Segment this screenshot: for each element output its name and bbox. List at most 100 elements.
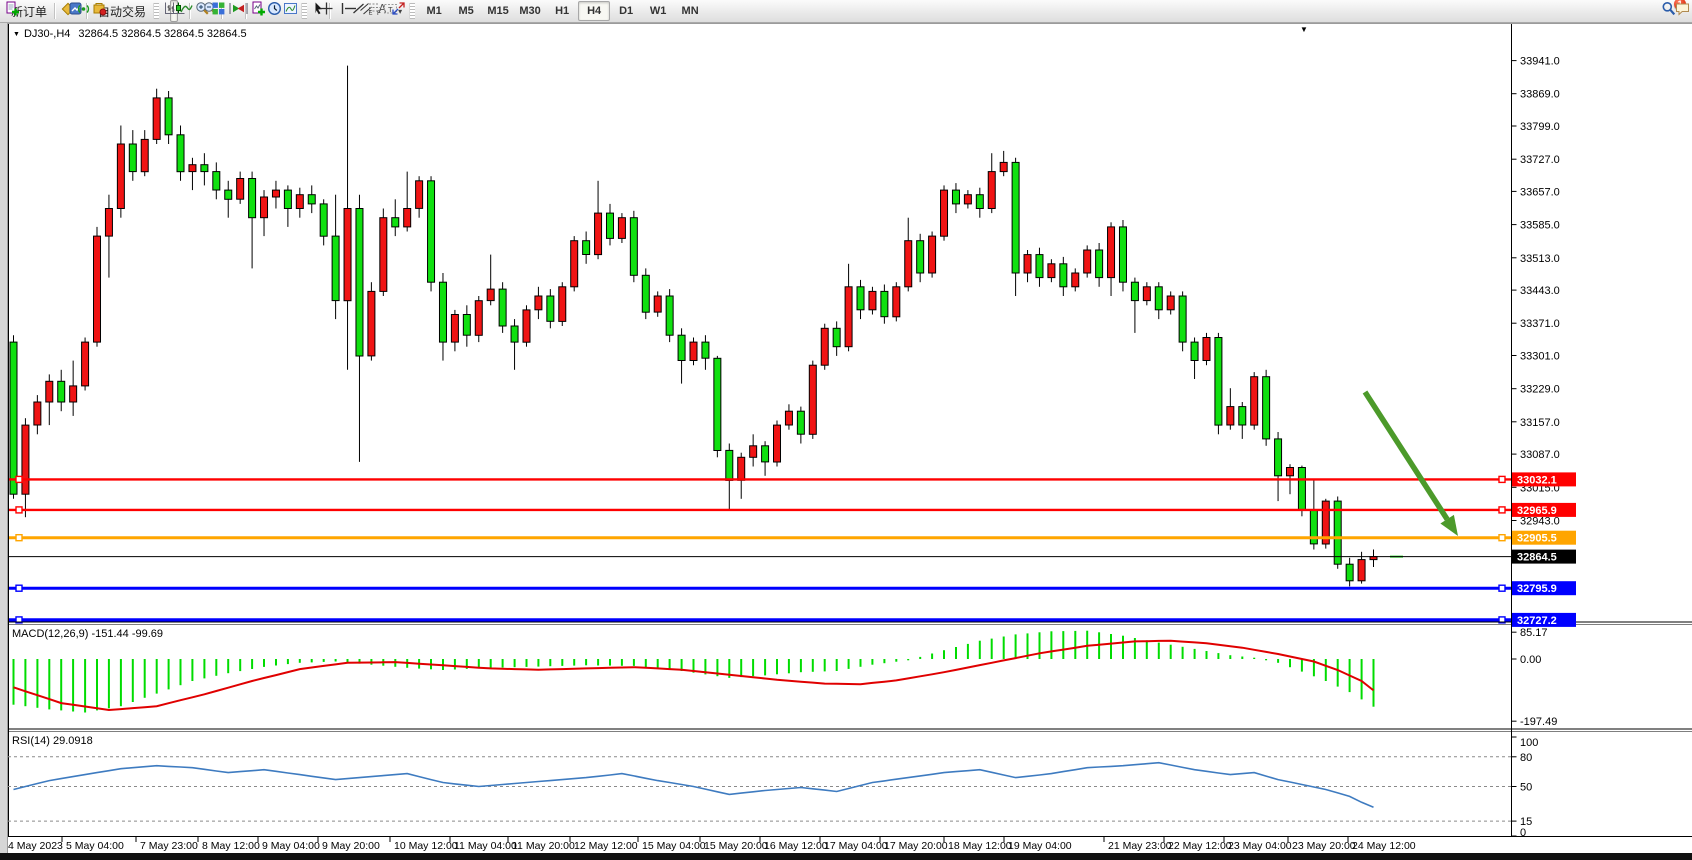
- timeframe-button-H1[interactable]: H1: [546, 1, 578, 21]
- macd-axis-label: 85.17: [1520, 627, 1548, 639]
- tile-windows-button[interactable]: [210, 0, 218, 22]
- svg-text:5 May 04:00: 5 May 04:00: [66, 840, 124, 852]
- arrows-button[interactable]: ▾: [390, 0, 406, 22]
- svg-text:32905.5: 32905.5: [1517, 533, 1557, 545]
- timeframe-button-M5[interactable]: M5: [450, 1, 482, 21]
- crosshair-button[interactable]: [318, 0, 326, 22]
- svg-text:22 May 12:00: 22 May 12:00: [1168, 840, 1232, 852]
- periods-button[interactable]: ▾: [266, 0, 282, 22]
- svg-text:15 May 04:00: 15 May 04:00: [642, 840, 706, 852]
- autotrade-button[interactable]: 自动交易: [91, 0, 150, 22]
- terminal-window: { "window": { "title_symbol": "DJ30-,H4"…: [0, 0, 1692, 860]
- text-label-button[interactable]: T: [382, 0, 390, 22]
- svg-text:11 May 20:00: 11 May 20:00: [512, 840, 575, 852]
- line-handle[interactable]: [1499, 585, 1505, 591]
- trendline-button[interactable]: [350, 0, 358, 22]
- svg-text:33371.0: 33371.0: [1520, 318, 1560, 330]
- svg-text:12 May 12:00: 12 May 12:00: [574, 840, 638, 852]
- svg-text:7 May 23:00: 7 May 23:00: [140, 840, 198, 852]
- main-toolbar: 新订单自动交易▾▾▾EFAT▾M1M5M15M30H1H4D1W1MN1: [0, 0, 1692, 23]
- chart-title: ▼ DJ30-,H4 32864.5 32864.5 32864.5 32864.5: [13, 28, 247, 40]
- svg-text:33657.0: 33657.0: [1520, 186, 1560, 198]
- chart-shift-button[interactable]: [234, 0, 242, 22]
- macd-axis-label: 0.00: [1520, 654, 1541, 666]
- toolbar-separator: [54, 3, 56, 19]
- scroll-marker-icon[interactable]: ▼: [1300, 25, 1308, 34]
- svg-text:10 May 12:00: 10 May 12:00: [394, 840, 458, 852]
- bar-chart-button[interactable]: [162, 0, 170, 22]
- signals-button[interactable]: [75, 0, 83, 22]
- macd-axis-label: -197.49: [1520, 716, 1557, 728]
- svg-text:9 May 20:00: 9 May 20:00: [322, 840, 380, 852]
- svg-text:33301.0: 33301.0: [1520, 351, 1560, 363]
- svg-text:33229.0: 33229.0: [1520, 384, 1560, 396]
- chart-ohlc-values: 32864.5 32864.5 32864.5 32864.5: [78, 28, 246, 40]
- svg-text:33032.1: 33032.1: [1517, 474, 1557, 486]
- time-axis[interactable]: 4 May 20235 May 04:007 May 23:008 May 12…: [4, 837, 1416, 852]
- svg-text:19 May 04:00: 19 May 04:00: [1008, 840, 1072, 852]
- cursor-button[interactable]: [310, 0, 318, 22]
- templates-button[interactable]: ▾: [282, 0, 298, 22]
- price-line-badge: 32795.9: [1512, 581, 1576, 595]
- zoom-in-button[interactable]: [194, 0, 202, 22]
- chart-profile-button[interactable]: [59, 0, 67, 22]
- search-button[interactable]: [1660, 0, 1668, 22]
- svg-text:4 May 2023: 4 May 2023: [8, 840, 63, 852]
- svg-text:24 May 12:00: 24 May 12:00: [1352, 840, 1416, 852]
- rsi-axis-label: 80: [1520, 752, 1532, 764]
- timeframe-button-M30[interactable]: M30: [514, 1, 546, 21]
- line-handle[interactable]: [1499, 476, 1505, 482]
- line-handle[interactable]: [16, 585, 22, 591]
- svg-text:9 May 04:00: 9 May 04:00: [262, 840, 320, 852]
- fibonacci-button[interactable]: F: [366, 0, 374, 22]
- chart-collapse-icon[interactable]: ▼: [13, 31, 20, 38]
- vertical-line-button[interactable]: [334, 0, 342, 22]
- svg-text:33869.0: 33869.0: [1520, 89, 1560, 101]
- svg-text:33585.0: 33585.0: [1520, 220, 1560, 232]
- chart-symbol-period: DJ30-,H4: [24, 28, 70, 40]
- svg-text:33443.0: 33443.0: [1520, 285, 1560, 297]
- toolbar-grip[interactable]: [153, 3, 159, 19]
- toolbar-right-icons: 1: [1660, 0, 1688, 22]
- text-button[interactable]: A: [374, 0, 382, 22]
- svg-text:23 May 20:00: 23 May 20:00: [1292, 840, 1356, 852]
- line-handle[interactable]: [16, 476, 22, 482]
- indicators-button[interactable]: ▾: [250, 0, 266, 22]
- svg-text:32965.9: 32965.9: [1517, 505, 1557, 517]
- chat-button[interactable]: 1: [1674, 0, 1682, 22]
- line-chart-button[interactable]: [178, 0, 186, 22]
- svg-text:33087.0: 33087.0: [1520, 449, 1560, 461]
- rsi-axis-label: 50: [1520, 782, 1532, 794]
- svg-text:32943.0: 32943.0: [1520, 516, 1560, 528]
- new-order-button[interactable]: 新订单: [4, 0, 51, 22]
- svg-text:17 May 04:00: 17 May 04:00: [824, 840, 888, 852]
- equidistant-channel-button[interactable]: E: [358, 0, 366, 22]
- svg-text:17 May 20:00: 17 May 20:00: [884, 840, 948, 852]
- price-line-badge: 32727.2: [1512, 613, 1576, 627]
- rsi-axis-label: 0: [1520, 827, 1526, 839]
- line-handle[interactable]: [16, 535, 22, 541]
- timeframe-button-D1[interactable]: D1: [610, 1, 642, 21]
- window-bottom-edge: [0, 853, 1692, 860]
- horizontal-line-button[interactable]: [342, 0, 350, 22]
- svg-text:33941.0: 33941.0: [1520, 56, 1560, 68]
- line-handle[interactable]: [16, 507, 22, 513]
- timeframe-button-M15[interactable]: M15: [482, 1, 514, 21]
- market-watch-button[interactable]: [67, 0, 75, 22]
- toolbar-grip[interactable]: [301, 3, 307, 19]
- candlestick-chart-button[interactable]: [170, 0, 178, 22]
- line-handle[interactable]: [1499, 507, 1505, 513]
- toolbar-grip[interactable]: [409, 3, 415, 19]
- svg-text:32727.2: 32727.2: [1517, 615, 1557, 627]
- svg-text:32864.5: 32864.5: [1517, 552, 1557, 564]
- auto-scroll-button[interactable]: [226, 0, 234, 22]
- line-handle[interactable]: [1499, 535, 1505, 541]
- price-line-badge: 32905.5: [1512, 531, 1576, 545]
- timeframe-button-M1[interactable]: M1: [418, 1, 450, 21]
- price-line-badge: 32965.9: [1512, 503, 1576, 517]
- zoom-out-button[interactable]: [202, 0, 210, 22]
- timeframe-button-W1[interactable]: W1: [642, 1, 674, 21]
- svg-text:15 May 20:00: 15 May 20:00: [704, 840, 768, 852]
- timeframe-button-H4[interactable]: H4: [578, 1, 610, 21]
- timeframe-button-MN[interactable]: MN: [674, 1, 706, 21]
